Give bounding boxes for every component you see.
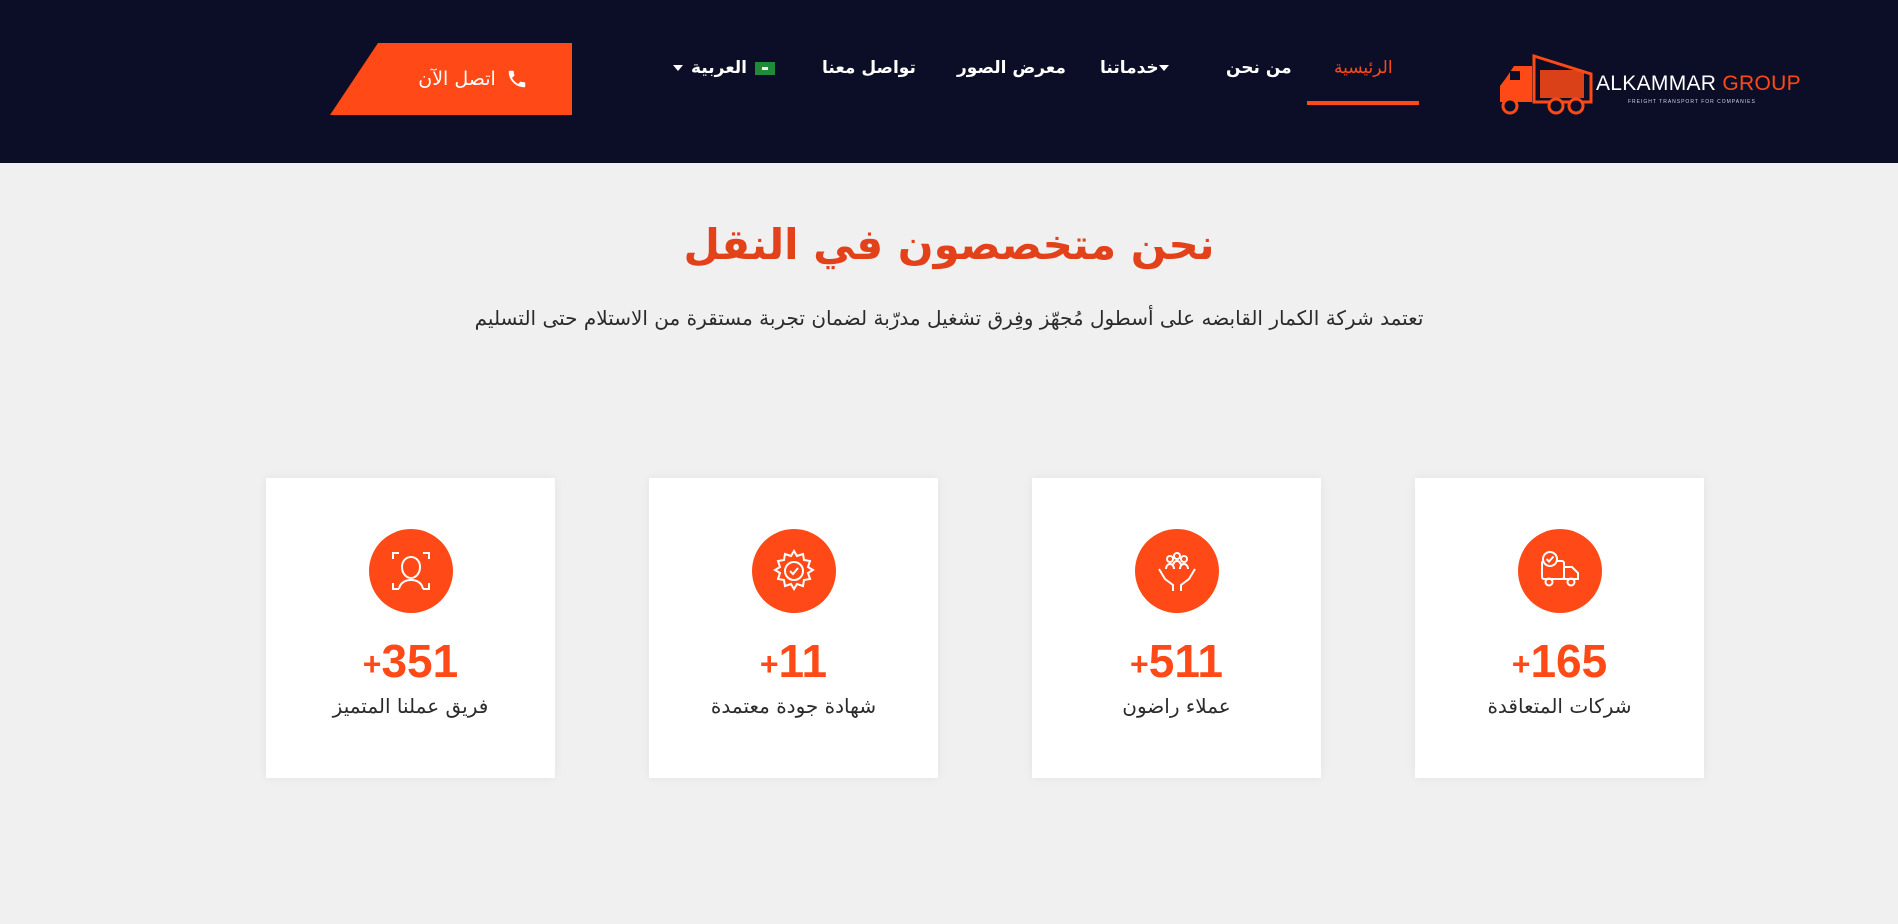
section-title: نحن متخصصون في النقل	[683, 220, 1215, 269]
nav-services[interactable]: خدماتنا	[1100, 58, 1177, 78]
chevron-down-icon	[1158, 65, 1169, 71]
truck-check-icon	[1518, 529, 1602, 613]
stat-card-satisfied-clients: +511 عملاء راضون	[1032, 478, 1321, 778]
saudi-flag-icon	[755, 61, 776, 75]
call-now-button[interactable]: اتصل الآن	[330, 43, 572, 115]
active-nav-indicator	[1307, 101, 1419, 105]
nav-about[interactable]: من نحن	[1226, 58, 1292, 78]
stat-card-quality-certificates: +11 شهادة جودة معتمدة	[649, 478, 938, 778]
hands-people-icon	[1135, 529, 1219, 613]
truck-logo-icon	[1500, 53, 1593, 115]
stat-card-team: +351 فريق عملنا المتميز	[266, 478, 555, 778]
gear-check-icon	[752, 529, 836, 613]
brand-name: ALKAMMAR GROUP	[1596, 72, 1801, 95]
language-selector[interactable]: العربية	[673, 58, 776, 78]
brand-tagline: FREIGHT TRANSPORT FOR COMPANIES	[1628, 99, 1756, 105]
nav-home[interactable]: الرئيسية	[1334, 58, 1393, 78]
brand-logo[interactable]: ALKAMMAR GROUP FREIGHT TRANSPORT FOR COM…	[1496, 48, 1801, 118]
stat-label: فريق عملنا المتميز	[332, 694, 489, 718]
stat-number: +165	[1511, 635, 1608, 687]
stat-number: +351	[362, 635, 459, 687]
stat-label: شركات المتعاقدة	[1487, 694, 1632, 718]
stat-card-contracted-companies: +165 شركات المتعاقدة	[1415, 478, 1704, 778]
section-subtitle: تعتمد شركة الكمار القابضه على أسطول مُجه…	[474, 306, 1424, 330]
stat-number: +511	[1130, 635, 1223, 687]
nav-gallery[interactable]: معرض الصور	[957, 58, 1066, 78]
call-now-label: اتصل الآن	[418, 68, 496, 90]
site-header: ALKAMMAR GROUP FREIGHT TRANSPORT FOR COM…	[0, 0, 1898, 163]
stat-label: عملاء راضون	[1122, 694, 1231, 718]
chevron-down-icon	[673, 65, 683, 71]
stat-number: +11	[759, 635, 828, 687]
phone-icon	[508, 70, 526, 88]
nav-contact[interactable]: تواصل معنا	[822, 58, 916, 78]
face-scan-icon	[369, 529, 453, 613]
stat-label: شهادة جودة معتمدة	[710, 694, 877, 718]
